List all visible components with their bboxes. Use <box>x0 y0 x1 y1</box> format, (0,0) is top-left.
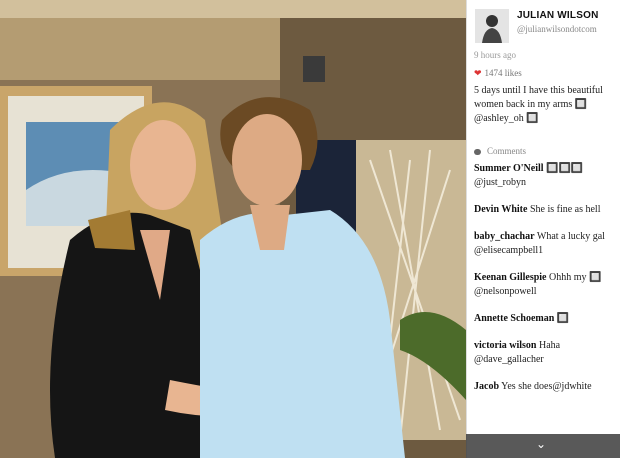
comment-author[interactable]: Devin White <box>474 204 527 215</box>
comment-item: baby_chachar What a lucky gal @elisecamp… <box>474 230 614 258</box>
likes-label: 1474 likes <box>484 68 522 78</box>
avatar-image <box>475 9 509 43</box>
post-sidebar: JULIAN WILSON @julianwilsondotcom 9 hour… <box>466 0 620 458</box>
comment-item: Jacob Yes she does@jdwhite <box>474 380 614 394</box>
comment-item: Keenan Gillespie Ohhh my 🔲 @nelsonpowell <box>474 271 614 299</box>
scroll-more-button[interactable]: ⌄ <box>466 434 620 458</box>
comment-item: victoria wilson Haha @dave_gallacher <box>474 339 614 367</box>
comment-text: She is fine as hell <box>529 204 601 215</box>
heart-icon[interactable]: ❤ <box>474 68 482 78</box>
comment-author[interactable]: Keenan Gillespie <box>474 272 547 283</box>
likes-count[interactable]: ❤ 1474 likes <box>474 68 522 79</box>
comment-author[interactable]: Annette Schoeman <box>474 313 554 324</box>
avatar[interactable] <box>475 9 509 43</box>
comment-bubble-icon <box>474 148 481 155</box>
comments-header: Comments <box>474 146 526 156</box>
post-caption: 5 days until I have this beautiful women… <box>474 85 603 124</box>
comment-item: Devin White She is fine as hell <box>474 203 614 217</box>
comment-text: 🔲 <box>556 313 570 324</box>
username[interactable]: JULIAN WILSON <box>517 10 599 21</box>
comments-label: Comments <box>487 146 527 156</box>
comment-text: Yes she does@jdwhite <box>501 381 592 392</box>
chevron-down-icon[interactable]: ⌄ <box>536 437 546 451</box>
post-timestamp: 9 hours ago <box>474 50 516 60</box>
comment-author[interactable]: victoria wilson <box>474 340 537 351</box>
comment-author[interactable]: baby_chachar <box>474 231 535 242</box>
comment-list: Summer O'Neill 🔲🔲🔲 @just_robyn Devin Whi… <box>474 162 614 407</box>
post-photo[interactable] <box>0 0 466 458</box>
user-handle[interactable]: @julianwilsondotcom <box>517 24 597 34</box>
profile-header: JULIAN WILSON @julianwilsondotcom <box>467 0 620 44</box>
comment-author[interactable]: Summer O'Neill <box>474 163 544 174</box>
photo-image <box>0 0 466 458</box>
comment-item: Summer O'Neill 🔲🔲🔲 @just_robyn <box>474 162 614 190</box>
comment-item: Annette Schoeman 🔲 <box>474 312 614 326</box>
comment-author[interactable]: Jacob <box>474 381 499 392</box>
